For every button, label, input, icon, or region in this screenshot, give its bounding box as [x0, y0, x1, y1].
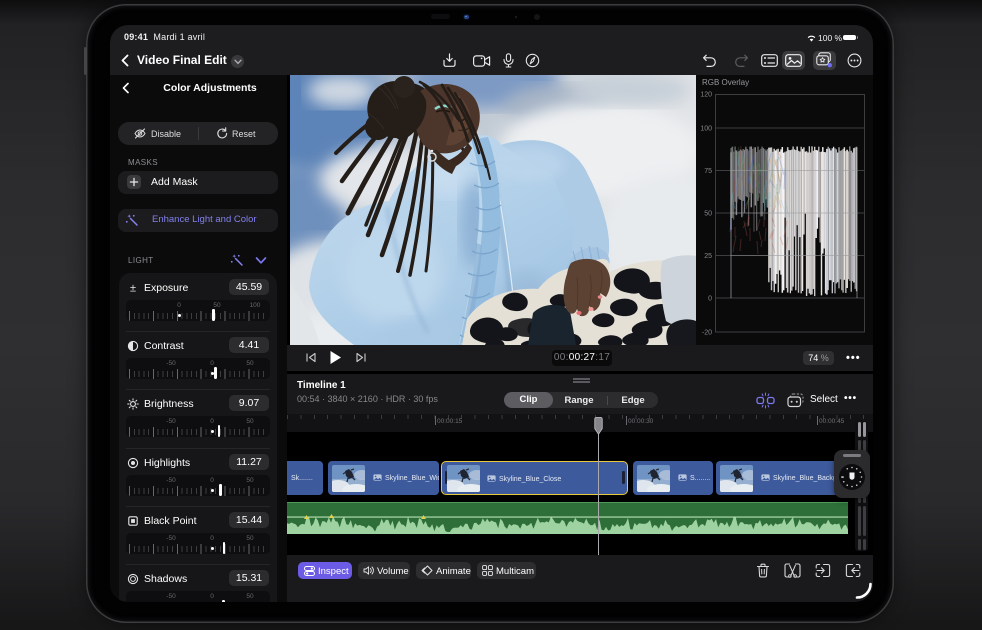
svg-text:RGB Overlay: RGB Overlay — [702, 78, 749, 87]
svg-text:100: 100 — [700, 126, 712, 133]
svg-text:25: 25 — [704, 253, 712, 260]
svg-text:-20: -20 — [702, 330, 712, 337]
svg-text:75: 75 — [704, 168, 712, 175]
svg-text:0: 0 — [708, 296, 712, 303]
svg-text:120: 120 — [700, 92, 712, 99]
svg-text:±: ± — [130, 283, 136, 295]
svg-text:50: 50 — [704, 211, 712, 218]
